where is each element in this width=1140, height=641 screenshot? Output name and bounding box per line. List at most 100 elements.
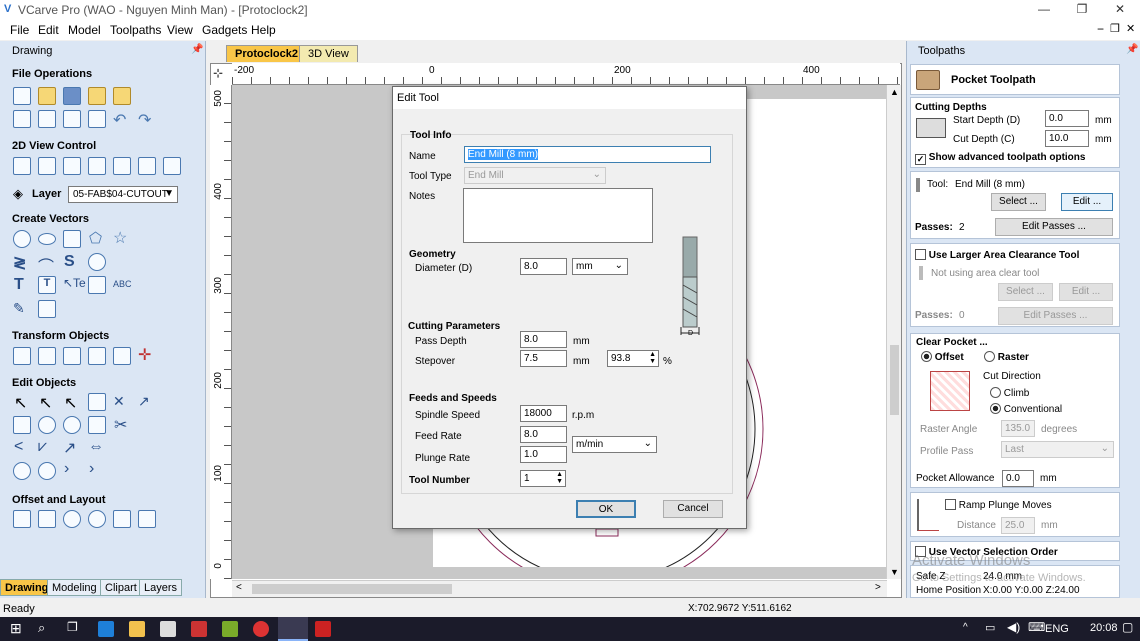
store-icon[interactable] bbox=[160, 621, 176, 637]
transform-pointer-icon[interactable]: ↖ bbox=[64, 393, 77, 413]
offset-icon[interactable] bbox=[13, 510, 31, 528]
app-icon-3[interactable] bbox=[253, 621, 269, 637]
center-icon[interactable]: ✛ bbox=[138, 345, 151, 365]
close-vector-icon[interactable]: ⇔ bbox=[88, 438, 104, 456]
zoom-extents-icon[interactable] bbox=[63, 157, 81, 175]
select-clear-tool-button[interactable]: Select ... bbox=[998, 283, 1053, 301]
select-all-icon[interactable] bbox=[13, 110, 31, 128]
edge-icon[interactable] bbox=[98, 621, 114, 637]
search-icon[interactable]: ⌕ bbox=[38, 620, 45, 636]
dimension-icon[interactable] bbox=[88, 276, 106, 294]
dogbone-icon[interactable]: ⩗ bbox=[38, 438, 47, 456]
measure-icon[interactable]: ↗ bbox=[138, 393, 150, 410]
menu-toolpaths[interactable]: Toolpaths bbox=[110, 23, 161, 37]
pass-depth-input[interactable]: 8.0 bbox=[520, 331, 567, 348]
tool-type-select[interactable]: End Mill ⌄ bbox=[464, 167, 606, 184]
doc-tab-protoclock2[interactable]: Protoclock2 bbox=[226, 45, 307, 62]
new-file-icon[interactable] bbox=[13, 87, 31, 105]
notifications-icon[interactable]: ▢ bbox=[1122, 620, 1133, 634]
scroll-up-icon[interactable]: ▲ bbox=[890, 87, 899, 97]
conventional-radio[interactable]: Conventional bbox=[990, 403, 1062, 415]
curve-icon[interactable]: S bbox=[64, 253, 75, 271]
raster-angle-input[interactable]: 135.0 bbox=[1001, 420, 1035, 437]
fillet-icon[interactable]: < bbox=[14, 438, 23, 456]
ruler-origin-icon[interactable]: ⊹ bbox=[213, 66, 223, 80]
align-icon[interactable] bbox=[38, 347, 56, 365]
weld-icon[interactable] bbox=[13, 416, 31, 434]
task-view-icon[interactable]: ❐ bbox=[67, 620, 78, 634]
smooth-icon[interactable] bbox=[13, 462, 31, 480]
app-icon-2[interactable] bbox=[222, 621, 238, 637]
corner-icon[interactable]: › bbox=[89, 460, 94, 478]
menu-help[interactable]: Help bbox=[251, 23, 276, 37]
paste-icon[interactable] bbox=[88, 110, 106, 128]
array-icon[interactable] bbox=[38, 510, 56, 528]
offset-radio[interactable]: Offset bbox=[921, 351, 964, 363]
plunge-rate-input[interactable]: 1.0 bbox=[520, 446, 567, 463]
tab-clipart[interactable]: Clipart bbox=[100, 579, 142, 596]
zoom-material-icon[interactable] bbox=[88, 157, 106, 175]
draw-tool-icon[interactable]: ✎ bbox=[13, 300, 25, 317]
feed-rate-input[interactable]: 8.0 bbox=[520, 426, 567, 443]
redo-icon[interactable]: ↷ bbox=[138, 110, 151, 130]
diameter-input[interactable]: 8.0 bbox=[520, 258, 567, 275]
move-icon[interactable] bbox=[13, 347, 31, 365]
open-file-icon[interactable] bbox=[38, 87, 56, 105]
mdi-restore-icon[interactable]: ❐ bbox=[1110, 22, 1120, 35]
polygon-icon[interactable]: ⬠ bbox=[89, 229, 102, 247]
menu-edit[interactable]: Edit bbox=[38, 23, 59, 37]
cancel-button[interactable]: Cancel bbox=[663, 500, 723, 518]
trim-icon[interactable]: › bbox=[64, 460, 69, 478]
diameter-unit-select[interactable]: mm ⌄ bbox=[572, 258, 628, 275]
mdi-minimize-icon[interactable]: − bbox=[1097, 22, 1104, 36]
grid-icon[interactable] bbox=[113, 157, 131, 175]
climb-radio[interactable]: Climb bbox=[990, 387, 1029, 399]
cut-icon[interactable] bbox=[38, 110, 56, 128]
profile-pass-select[interactable]: Last ⌄ bbox=[1001, 441, 1114, 458]
keyboard-icon[interactable]: ⌨ bbox=[1028, 620, 1045, 634]
spinner-icon[interactable]: ▲ ▼ bbox=[556, 471, 563, 485]
group-icon[interactable] bbox=[88, 393, 106, 411]
larger-area-checkbox[interactable]: Use Larger Area Clearance Tool bbox=[915, 249, 1079, 261]
view-3d-icon[interactable] bbox=[163, 157, 181, 175]
spinner-icon[interactable]: ▲ ▼ bbox=[649, 351, 656, 365]
menu-gadgets[interactable]: Gadgets bbox=[202, 23, 247, 37]
mirror-icon[interactable] bbox=[88, 347, 106, 365]
file-explorer-icon[interactable] bbox=[129, 621, 145, 637]
intersect-icon[interactable] bbox=[63, 416, 81, 434]
tray-chevron-icon[interactable]: ^ bbox=[963, 622, 968, 633]
spiral-icon[interactable] bbox=[88, 253, 106, 271]
text-on-curve-icon[interactable]: T bbox=[38, 276, 56, 294]
edit-passes2-button[interactable]: Edit Passes ... bbox=[998, 307, 1113, 325]
windows-start-icon[interactable]: ⊞ bbox=[10, 620, 22, 637]
menu-view[interactable]: View bbox=[167, 23, 193, 37]
arc-icon[interactable]: ⌒ bbox=[38, 253, 54, 277]
select-tool-button[interactable]: Select ... bbox=[991, 193, 1046, 211]
name-input[interactable]: End Mill (8 mm) bbox=[464, 146, 711, 163]
app-icon-4[interactable] bbox=[315, 621, 331, 637]
distance-input[interactable]: 25.0 bbox=[1001, 517, 1035, 534]
zoom-box-icon[interactable] bbox=[38, 157, 56, 175]
clock[interactable]: 20:08 bbox=[1090, 622, 1118, 634]
vcarve-taskbar-button[interactable] bbox=[278, 617, 308, 641]
volume-icon[interactable]: ◀) bbox=[1007, 620, 1020, 634]
notes-textarea[interactable] bbox=[463, 188, 653, 243]
stepover-input[interactable]: 7.5 bbox=[520, 350, 567, 367]
pin-icon[interactable]: 📌 bbox=[1126, 44, 1138, 55]
mdi-close-icon[interactable]: ✕ bbox=[1126, 22, 1135, 35]
pin-icon[interactable]: 📌 bbox=[191, 44, 203, 55]
ok-button[interactable]: OK bbox=[576, 500, 636, 518]
pan-icon[interactable] bbox=[13, 157, 31, 175]
scale-icon[interactable] bbox=[113, 347, 131, 365]
edit-passes-button[interactable]: Edit Passes ... bbox=[995, 218, 1113, 236]
polyline-icon[interactable]: ≷ bbox=[13, 253, 26, 273]
edit-tool-button[interactable]: Edit ... bbox=[1061, 193, 1113, 211]
import-icon[interactable] bbox=[88, 87, 106, 105]
export-icon[interactable] bbox=[113, 87, 131, 105]
scissors-icon[interactable]: ✂ bbox=[114, 415, 127, 435]
curve-fit-icon[interactable] bbox=[38, 462, 56, 480]
join-icon[interactable] bbox=[88, 416, 106, 434]
menu-file[interactable]: File bbox=[10, 23, 29, 37]
node-edit-icon[interactable] bbox=[38, 300, 56, 318]
copy-icon[interactable] bbox=[63, 110, 81, 128]
